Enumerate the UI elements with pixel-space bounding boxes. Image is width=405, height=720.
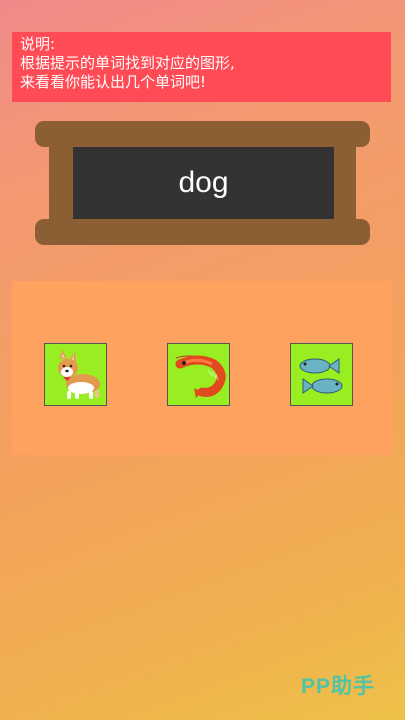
instructions-text: 说明: 根据提示的单词找到对应的图形, 来看看你能认出几个单词吧! bbox=[12, 32, 391, 102]
choice-dog[interactable] bbox=[44, 343, 107, 406]
corgi-dog-icon bbox=[58, 350, 100, 399]
board-frame-left-post bbox=[49, 141, 75, 225]
choice-panel bbox=[12, 281, 392, 455]
pp-assistant-watermark: PP助手 bbox=[300, 675, 375, 698]
shrimp-icon bbox=[175, 355, 226, 398]
board-frame-top-bar bbox=[35, 121, 370, 147]
choice-shrimp[interactable] bbox=[167, 343, 230, 406]
prompt-word: dog bbox=[73, 147, 334, 219]
choice-fish[interactable] bbox=[290, 343, 353, 406]
board-frame-bottom-bar bbox=[35, 219, 370, 245]
word-board-frame: dog bbox=[35, 121, 370, 245]
two-fish-icon bbox=[299, 358, 343, 394]
